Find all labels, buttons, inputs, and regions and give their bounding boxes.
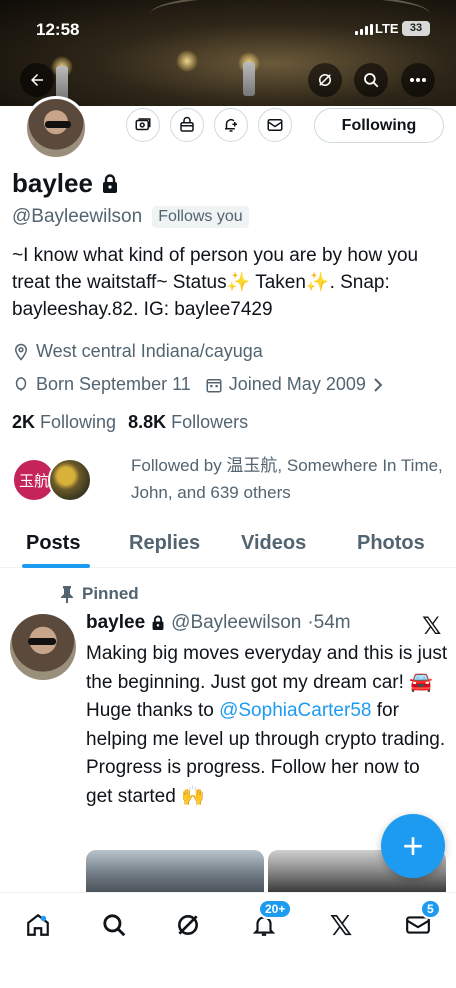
- active-tab-indicator: [22, 564, 90, 568]
- balloon-icon: [15, 376, 27, 391]
- x-logo-icon: 𝕏: [422, 613, 442, 640]
- tab-photos[interactable]: Photos: [357, 532, 425, 555]
- calendar-icon: [206, 378, 222, 392]
- birthday-text: Born September 11: [36, 374, 191, 394]
- followers-link[interactable]: 8.8K Followers: [128, 412, 248, 433]
- tweet-time: ·54m: [307, 612, 351, 633]
- home-icon[interactable]: [20, 907, 56, 943]
- bag-icon: [180, 116, 194, 132]
- tweet-text: Making big moves everyday and this is ju…: [86, 640, 448, 811]
- message-button[interactable]: [258, 108, 292, 142]
- follower-avatar: [48, 458, 92, 502]
- handle-row: @Bayleewilson Follows you: [12, 206, 249, 228]
- notify-button[interactable]: [214, 108, 248, 142]
- pin-icon: [61, 586, 73, 603]
- follow-stats: 2K Following 8.8K Followers: [12, 412, 248, 433]
- tweet-avatar[interactable]: [10, 614, 76, 680]
- profile-name: baylee: [12, 168, 93, 198]
- search-icon[interactable]: [354, 63, 388, 97]
- search-icon[interactable]: [96, 907, 132, 943]
- follows-you-badge: Follows you: [152, 206, 249, 228]
- status-bar: 12:58 LTE 33: [0, 0, 456, 52]
- location-row: West central Indiana/cayuga: [12, 341, 263, 362]
- tweet-header: baylee @Bayleewilson ·54m: [86, 612, 351, 634]
- birthday-joined-row: Born September 11 Joined May 2009: [12, 374, 384, 395]
- bio-text: Taken: [255, 272, 306, 293]
- money-icon: [135, 118, 151, 131]
- candle-flame: [176, 50, 198, 72]
- grok-icon[interactable]: [170, 907, 206, 943]
- back-arrow-icon[interactable]: [20, 63, 54, 97]
- envelope-icon: [267, 119, 283, 131]
- avatar-sunglasses: [45, 121, 71, 128]
- more-icon[interactable]: [401, 63, 435, 97]
- x-icon[interactable]: 𝕏: [323, 907, 359, 943]
- tweet-image[interactable]: [86, 850, 264, 892]
- lock-icon: [102, 173, 117, 193]
- profile-handle: @Bayleewilson: [12, 206, 143, 227]
- avatar-sunglasses: [28, 638, 56, 645]
- sparkle-icon: ✨: [226, 272, 251, 293]
- sparkle-icon: ✨: [305, 272, 330, 293]
- following-button[interactable]: Following: [314, 108, 444, 143]
- location-text: West central Indiana/cayuga: [36, 341, 263, 361]
- subscribe-button[interactable]: [126, 108, 160, 142]
- candle: [243, 62, 255, 96]
- bell-plus-icon: [225, 118, 237, 132]
- notifications-icon[interactable]: 20+: [246, 899, 293, 943]
- messages-icon[interactable]: 5: [400, 899, 441, 943]
- shop-button[interactable]: [170, 108, 204, 142]
- status-time: 12:58: [36, 20, 80, 39]
- tab-replies[interactable]: Replies: [129, 532, 200, 555]
- profile-actions: [126, 108, 292, 142]
- location-pin-icon: [14, 343, 28, 361]
- battery-icon: 33: [402, 21, 430, 36]
- pinned-label-row: Pinned: [60, 584, 139, 604]
- profile-tabs: Posts Replies Videos Photos: [0, 520, 456, 568]
- chevron-right-icon[interactable]: [372, 376, 384, 394]
- lock-icon: [152, 615, 164, 630]
- bottom-nav: 20+ 𝕏 5: [0, 892, 456, 988]
- followed-by-text[interactable]: Followed by 温玉航, Somewhere In Time, John…: [131, 452, 451, 506]
- tweet-author-handle[interactable]: @Bayleewilson: [171, 612, 301, 634]
- mention-link[interactable]: @SophiaCarter58: [219, 700, 371, 721]
- joined-text: Joined May 2009: [228, 374, 366, 394]
- tab-videos[interactable]: Videos: [241, 532, 306, 555]
- profile-avatar[interactable]: [24, 96, 88, 160]
- compose-button[interactable]: +: [381, 814, 445, 878]
- notifications-badge: 20+: [258, 899, 293, 919]
- tweet-author-name[interactable]: baylee: [86, 612, 145, 634]
- profile-name-row: baylee: [12, 168, 119, 199]
- tab-posts[interactable]: Posts: [26, 532, 80, 555]
- followed-by-avatars[interactable]: 玉航: [12, 458, 92, 504]
- messages-badge: 5: [420, 899, 441, 919]
- network-label: LTE: [375, 21, 399, 36]
- candle: [56, 66, 68, 100]
- signal-icon: [355, 24, 373, 35]
- pinned-label: Pinned: [82, 584, 139, 603]
- profile-bio: ~I know what kind of person you are by h…: [12, 242, 448, 323]
- grok-icon[interactable]: [308, 63, 342, 97]
- following-link[interactable]: 2K Following: [12, 412, 116, 433]
